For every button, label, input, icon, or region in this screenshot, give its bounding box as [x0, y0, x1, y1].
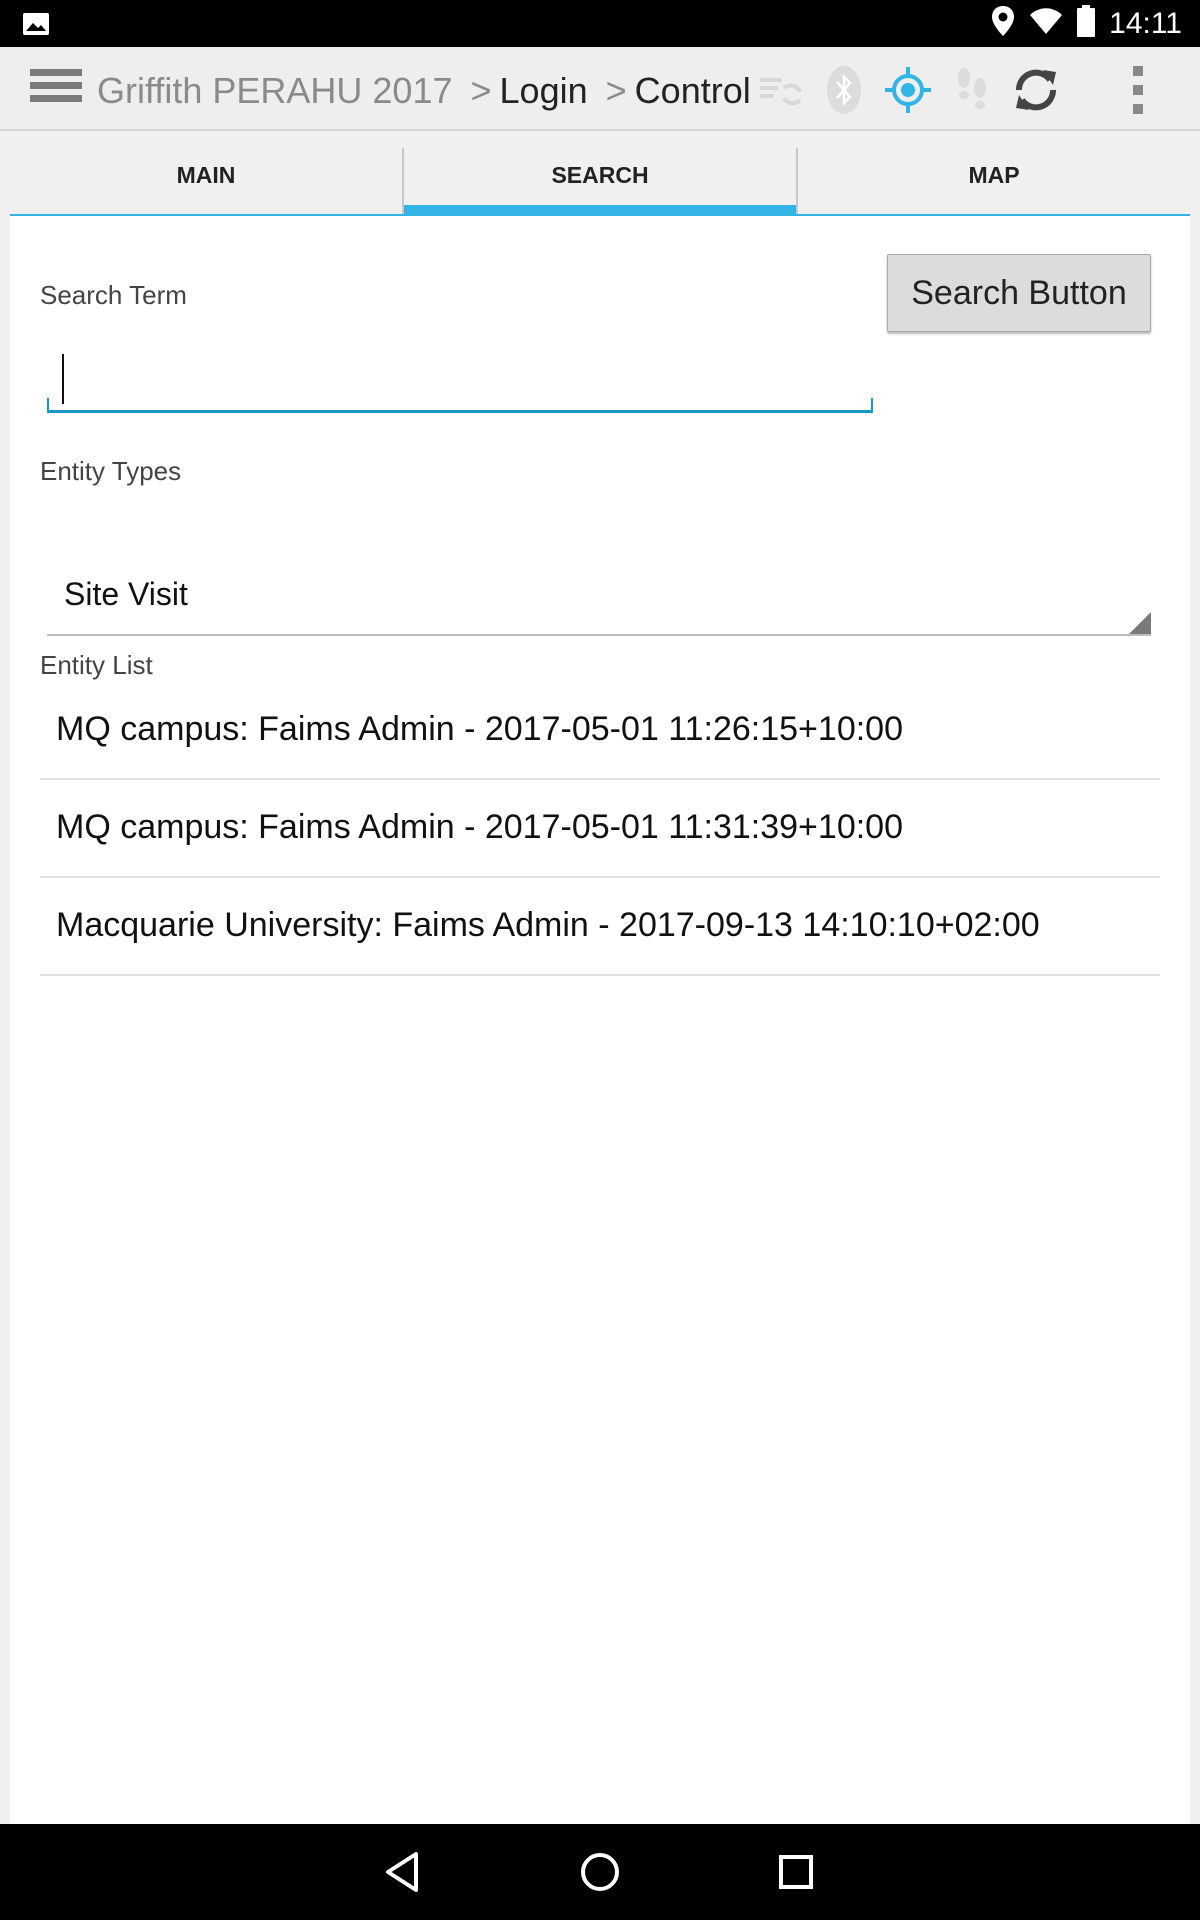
- tab-search[interactable]: SEARCH: [402, 148, 796, 214]
- clock: 14:11: [1109, 6, 1182, 40]
- breadcrumb-separator: >: [605, 70, 627, 111]
- hamburger-menu-icon[interactable]: [30, 69, 82, 109]
- breadcrumb-control: Control: [634, 70, 751, 111]
- list-item[interactable]: Macquarie University: Faims Admin - 2017…: [40, 878, 1160, 976]
- battery-icon: [1077, 5, 1096, 42]
- tab-main[interactable]: MAIN: [10, 148, 402, 214]
- bluetooth-icon[interactable]: [818, 64, 870, 116]
- entity-type-selected: Site Visit: [64, 576, 188, 612]
- entity-list-label: Entity List: [40, 650, 153, 680]
- entity-list: MQ campus: Faims Admin - 2017-05-01 11:2…: [40, 682, 1160, 976]
- gps-icon[interactable]: [882, 64, 934, 116]
- wifi-icon: [1029, 7, 1063, 40]
- page-title: Griffith PERAHU 2017 > Login > Control: [97, 47, 751, 129]
- back-icon[interactable]: [380, 1848, 428, 1896]
- refresh-icon[interactable]: [1010, 64, 1062, 116]
- overflow-menu-icon[interactable]: [1112, 64, 1164, 116]
- navigation-bar: [0, 1824, 1200, 1920]
- tracking-footsteps-icon[interactable]: [946, 64, 998, 116]
- list-item-label: Macquarie University: Faims Admin - 2017…: [56, 906, 1040, 944]
- list-item-label: MQ campus: Faims Admin - 2017-05-01 11:2…: [56, 710, 903, 748]
- location-icon: [991, 5, 1015, 42]
- breadcrumb-separator: >: [470, 70, 492, 111]
- search-input[interactable]: [47, 346, 873, 413]
- entity-type-dropdown[interactable]: Site Visit: [47, 536, 1151, 636]
- home-icon[interactable]: [576, 1848, 624, 1896]
- sync-status-icon[interactable]: [754, 64, 806, 116]
- entity-types-label: Entity Types: [40, 456, 182, 486]
- breadcrumb-login: Login: [499, 70, 588, 111]
- list-item[interactable]: MQ campus: Faims Admin - 2017-05-01 11:2…: [40, 682, 1160, 780]
- action-bar: Griffith PERAHU 2017 > Login > Control: [0, 47, 1200, 131]
- image-icon: [22, 12, 50, 41]
- recents-icon[interactable]: [772, 1848, 820, 1896]
- list-item[interactable]: MQ campus: Faims Admin - 2017-05-01 11:3…: [40, 780, 1160, 878]
- search-panel: Search Term Search Button Entity Types S…: [10, 216, 1190, 1824]
- text-cursor: [62, 354, 64, 404]
- tab-map[interactable]: MAP: [796, 148, 1190, 214]
- dropdown-arrow-icon: [1129, 612, 1151, 634]
- status-bar: 14:11: [0, 0, 1200, 47]
- module-name: Griffith PERAHU 2017: [97, 70, 453, 111]
- tab-bar: MAIN SEARCH MAP: [10, 148, 1190, 216]
- search-term-label: Search Term: [40, 280, 187, 310]
- search-button[interactable]: Search Button: [887, 254, 1151, 332]
- list-item-label: MQ campus: Faims Admin - 2017-05-01 11:3…: [56, 808, 903, 846]
